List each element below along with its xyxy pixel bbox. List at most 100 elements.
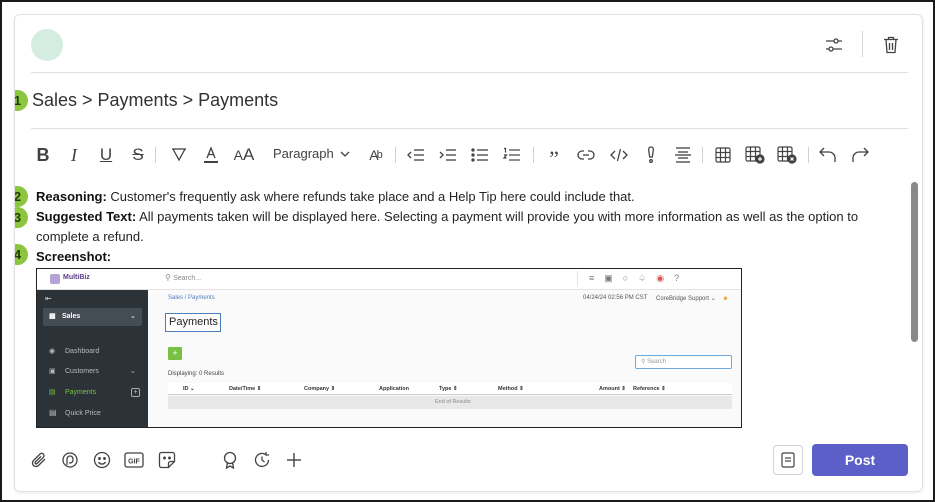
settings-sliders-icon[interactable] [824, 35, 844, 55]
embedded-col-type-text: Type [439, 386, 452, 392]
reasoning-text: Customer's frequently ask where refunds … [106, 189, 635, 204]
numbered-list-icon[interactable] [501, 144, 523, 166]
suggested-text-paragraph[interactable]: Suggested Text: All payments taken will … [36, 207, 876, 247]
embedded-logo-text: MultiBiz [63, 274, 90, 281]
align-icon[interactable] [672, 144, 694, 166]
step-badge-3: 3 [15, 207, 28, 228]
post-button[interactable]: Post [812, 444, 908, 476]
attach-icon[interactable] [28, 449, 50, 471]
embedded-sidebar: ⇤ ▦ Sales ⌄ ◉ Dashboard ▣ Customers ⌄ ▤ … [37, 290, 148, 427]
step-badge-2: 2 [15, 186, 28, 207]
redo-icon[interactable] [849, 144, 871, 166]
toolbar-separator [533, 147, 534, 163]
embedded-col-method: Method ⇕ [498, 386, 524, 392]
bulleted-list-icon[interactable] [469, 144, 491, 166]
table-icon[interactable] [712, 144, 734, 166]
format-toggle-button[interactable] [773, 445, 803, 475]
embedded-datetime: 04/24/24 02:56 PM CST [583, 295, 648, 301]
scrollbar-thumb[interactable] [911, 182, 918, 342]
embedded-nav-payments: Payments [65, 389, 97, 396]
suggested-text: All payments taken will be displayed her… [36, 209, 859, 244]
embedded-nav-customers: Customers [65, 368, 99, 375]
embedded-col-type: Type ⇕ [439, 386, 458, 392]
embedded-sales-grid-icon: ▦ [49, 313, 56, 320]
embedded-search-text: Search... [173, 275, 202, 282]
toolbar-separator [702, 147, 703, 163]
embedded-add-button: + [168, 347, 182, 360]
add-icon[interactable] [283, 449, 305, 471]
embedded-dashboard-icon: ◉ [49, 348, 56, 355]
embedded-payments-add-icon: + [131, 388, 140, 397]
chevron-down-icon [340, 151, 350, 157]
embedded-col-datetime-text: Date/Time [229, 386, 256, 392]
post-title[interactable]: Sales > Payments > Payments [32, 90, 278, 111]
emoji-icon[interactable] [91, 449, 113, 471]
embedded-search-box-label: ⚲ Search [641, 359, 667, 365]
embedded-quick-price-icon: ▤ [49, 408, 57, 417]
embedded-col-amount-text: Amount [599, 386, 620, 392]
gif-icon[interactable]: GIF [123, 449, 145, 471]
embedded-col-company-text: Company [304, 386, 330, 392]
loop-icon[interactable] [59, 449, 81, 471]
schedule-icon[interactable] [251, 449, 273, 471]
embedded-support-label: CoreBridge Support ⌄ ☻ [656, 296, 729, 302]
underline-icon[interactable]: U [95, 144, 117, 166]
delete-table-icon[interactable] [776, 144, 798, 166]
link-icon[interactable] [575, 144, 597, 166]
embedded-sales-chevron-icon: ⌄ [130, 313, 136, 320]
code-icon[interactable] [608, 144, 630, 166]
quote-icon[interactable]: ” [543, 144, 565, 171]
embedded-col-id-text: ID [183, 386, 189, 392]
step-badge-4: 4 [15, 244, 28, 265]
embedded-customers-chevron-icon: ⌄ [130, 368, 136, 375]
bold-icon[interactable]: B [32, 144, 54, 166]
sticker-icon[interactable] [156, 449, 178, 471]
embedded-header-icons: ≡ ▣ ○ ♤ ◉ ? [589, 273, 680, 283]
embedded-sales-section [43, 308, 142, 326]
strikethrough-icon[interactable]: S [127, 144, 149, 166]
embedded-sidebar-title: Sales [62, 313, 81, 320]
header-divider [862, 31, 863, 57]
font-size-icon[interactable]: AA [231, 144, 257, 166]
embedded-col-datetime: Date/Time ⇕ [229, 386, 262, 392]
embedded-collapse-icon: ⇤ [45, 294, 52, 303]
svg-text:GIF: GIF [128, 459, 140, 466]
header-divider-line [31, 72, 908, 73]
clear-format-icon[interactable]: Ab [365, 144, 387, 166]
embedded-support-text: CoreBridge Support [656, 296, 710, 302]
title-divider-line [31, 128, 908, 129]
screenshot-frame: 1 Sales > Payments > Payments B I U S AA… [0, 0, 935, 502]
italic-icon[interactable]: I [63, 144, 85, 166]
embedded-col-amount: Amount ⇕ [599, 386, 626, 392]
important-icon[interactable] [640, 144, 662, 166]
embedded-search-box-text: Search [647, 359, 667, 365]
embedded-payments-icon: ▤ [49, 389, 56, 396]
avatar [31, 29, 63, 61]
embedded-page-title: Payments [169, 316, 218, 328]
paragraph-select[interactable]: Paragraph [273, 146, 350, 161]
compose-card: 1 Sales > Payments > Payments B I U S AA… [14, 14, 923, 492]
paragraph-label: Paragraph [273, 146, 334, 161]
format-toolbar: B I U S AA Paragraph Ab ” [31, 141, 891, 171]
embedded-screenshot[interactable]: MultiBiz ⚲ Search... ≡ ▣ ○ ♤ ◉ ? ⇤ ▦ Sal… [36, 268, 742, 428]
embedded-end-text: End of Results [435, 399, 471, 405]
embedded-customers-icon: ▣ [49, 368, 56, 375]
embedded-displaying: Displaying: 0 Results [168, 371, 225, 377]
toolbar-separator [395, 147, 396, 163]
embedded-logo-icon [50, 274, 60, 284]
reasoning-paragraph[interactable]: Reasoning: Customer's frequently ask whe… [36, 187, 876, 207]
praise-icon[interactable] [219, 449, 241, 471]
insert-row-icon[interactable] [744, 144, 766, 166]
embedded-nav-quick-price: Quick Price [65, 410, 101, 417]
screenshot-label: Screenshot: [36, 249, 112, 264]
embedded-col-company: Company ⇕ [304, 386, 336, 392]
embedded-nav-dashboard: Dashboard [65, 348, 100, 355]
decrease-indent-icon[interactable] [405, 144, 427, 166]
undo-icon[interactable] [817, 144, 839, 166]
toolbar-separator [808, 147, 809, 163]
font-color-icon[interactable] [200, 144, 222, 166]
highlight-icon[interactable] [168, 144, 190, 166]
delete-icon[interactable] [881, 35, 901, 55]
increase-indent-icon[interactable] [437, 144, 459, 166]
embedded-col-reference-text: Reference [633, 386, 660, 392]
